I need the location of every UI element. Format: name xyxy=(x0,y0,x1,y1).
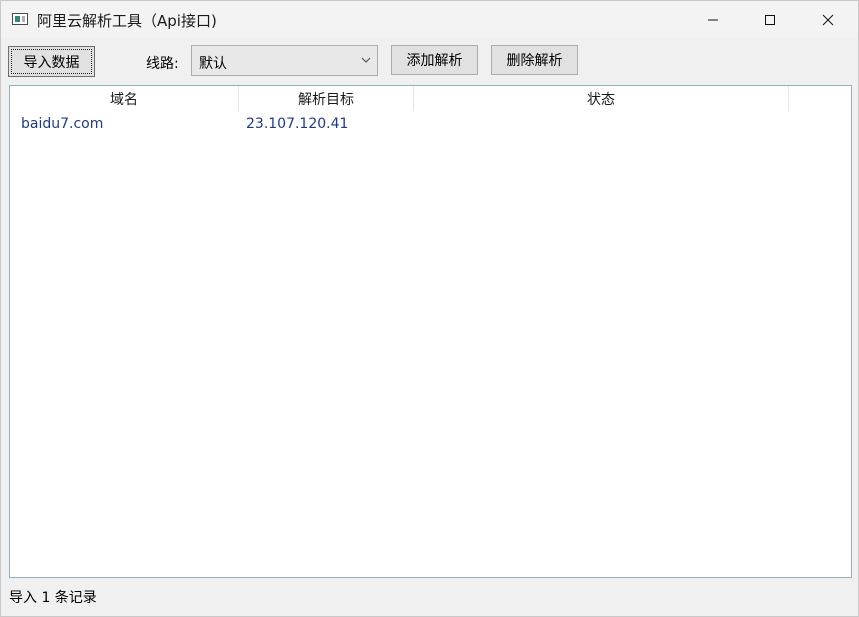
column-header-status[interactable]: 状态 xyxy=(414,86,789,111)
cell-domain: baidu7.com xyxy=(21,116,104,132)
delete-record-label: 删除解析 xyxy=(506,53,563,69)
table-row[interactable]: baidu7.com 23.107.120.41 xyxy=(10,113,851,135)
chevron-down-icon xyxy=(361,57,371,63)
maximize-button[interactable] xyxy=(741,1,799,38)
route-selected-value: 默认 xyxy=(199,56,227,72)
records-list[interactable]: 域名 解析目标 状态 baidu7.com 23.107.120.41 xyxy=(9,85,852,578)
route-label: 线路: xyxy=(146,56,179,72)
minimize-button[interactable] xyxy=(684,1,742,38)
column-header-domain[interactable]: 域名 xyxy=(10,86,239,111)
focus-rectangle xyxy=(11,49,92,74)
title-bar[interactable]: 阿里云解析工具（Api接口) xyxy=(1,1,858,38)
status-text: 导入 1 条记录 xyxy=(9,590,97,606)
close-icon xyxy=(822,14,834,25)
close-button[interactable] xyxy=(799,1,857,38)
app-icon xyxy=(12,13,28,25)
route-select[interactable]: 默认 xyxy=(191,45,378,76)
delete-record-button[interactable]: 删除解析 xyxy=(491,45,578,75)
maximize-icon xyxy=(765,14,775,25)
list-header: 域名 解析目标 状态 xyxy=(10,86,851,112)
add-record-button[interactable]: 添加解析 xyxy=(391,45,478,75)
import-data-button[interactable]: 导入数据 xyxy=(8,46,95,77)
column-header-target[interactable]: 解析目标 xyxy=(239,86,414,111)
window-title: 阿里云解析工具（Api接口) xyxy=(37,12,217,30)
minimize-icon xyxy=(708,19,718,20)
cell-target: 23.107.120.41 xyxy=(246,116,349,132)
app-window: 阿里云解析工具（Api接口) 导入数据 线路: 默认 添加解析 删除解析 域名 … xyxy=(0,0,859,617)
add-record-label: 添加解析 xyxy=(406,53,463,69)
toolbar: 导入数据 线路: 默认 添加解析 删除解析 xyxy=(1,38,858,84)
